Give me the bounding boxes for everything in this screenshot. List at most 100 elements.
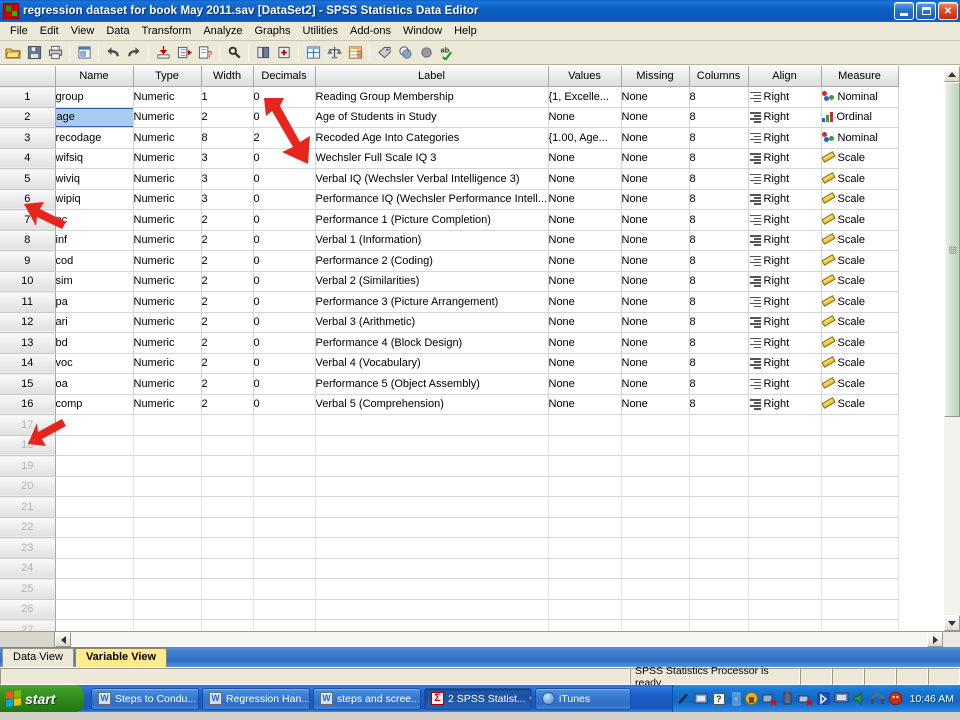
value-labels-icon[interactable] xyxy=(374,43,394,63)
cell-values[interactable]: None xyxy=(548,394,621,415)
security-icon[interactable] xyxy=(744,691,759,706)
menu-analyze[interactable]: Analyze xyxy=(197,23,248,39)
row-number[interactable]: 18 xyxy=(0,435,55,456)
cell-empty[interactable] xyxy=(821,476,898,497)
cell-empty[interactable] xyxy=(133,456,201,477)
table-row[interactable]: 5wiviqNumeric30Verbal IQ (Wechsler Verba… xyxy=(0,169,898,190)
cell-empty[interactable] xyxy=(201,435,253,456)
cell-empty[interactable] xyxy=(55,456,133,477)
horizontal-scrollbar[interactable] xyxy=(0,631,960,647)
cell-empty[interactable] xyxy=(548,517,621,538)
table-row[interactable]: 8infNumeric20Verbal 1 (Information)NoneN… xyxy=(0,230,898,251)
cell-name[interactable]: sim xyxy=(55,271,133,292)
cell-type[interactable]: Numeric xyxy=(133,230,201,251)
cell-empty[interactable] xyxy=(55,558,133,579)
cell-name[interactable]: group xyxy=(55,87,133,108)
select-cases-icon[interactable] xyxy=(345,43,365,63)
pen-icon[interactable] xyxy=(677,692,690,706)
cell-empty[interactable] xyxy=(201,579,253,600)
cell-empty[interactable] xyxy=(689,620,748,632)
cell-values[interactable]: None xyxy=(548,353,621,374)
save-icon[interactable] xyxy=(24,43,44,63)
cell-empty[interactable] xyxy=(621,558,689,579)
cell-columns[interactable]: 8 xyxy=(689,148,748,169)
cell-empty[interactable] xyxy=(315,620,548,632)
variables-info-icon[interactable]: ? xyxy=(195,43,215,63)
table-row[interactable]: 12ariNumeric20Verbal 3 (Arithmetic)NoneN… xyxy=(0,312,898,333)
cell-decimals[interactable]: 0 xyxy=(253,333,315,354)
row-number[interactable]: 2 xyxy=(0,107,55,128)
cell-empty[interactable] xyxy=(689,456,748,477)
cell-width[interactable]: 2 xyxy=(201,394,253,415)
cell-empty[interactable] xyxy=(748,599,821,620)
cell-decimals[interactable]: 0 xyxy=(253,394,315,415)
cell-type[interactable]: Numeric xyxy=(133,333,201,354)
cell-values[interactable]: None xyxy=(548,148,621,169)
maximize-button[interactable] xyxy=(916,2,936,20)
cell-missing[interactable]: None xyxy=(621,394,689,415)
table-row-empty[interactable]: 24 xyxy=(0,558,898,579)
row-number[interactable]: 17 xyxy=(0,415,55,436)
cell-empty[interactable] xyxy=(689,599,748,620)
cell-align[interactable]: Right xyxy=(748,251,821,272)
table-row-empty[interactable]: 27 xyxy=(0,620,898,632)
cell-width[interactable]: 2 xyxy=(201,353,253,374)
usb-icon[interactable] xyxy=(780,691,795,706)
cell-empty[interactable] xyxy=(315,476,548,497)
cell-empty[interactable] xyxy=(821,579,898,600)
table-row[interactable]: 3recodageNumeric82Recoded Age Into Categ… xyxy=(0,128,898,149)
menu-utilities[interactable]: Utilities xyxy=(297,23,344,39)
cell-decimals[interactable]: 0 xyxy=(253,210,315,231)
cell-align[interactable]: Right xyxy=(748,394,821,415)
cell-label[interactable]: Verbal IQ (Wechsler Verbal Intelligence … xyxy=(315,169,548,190)
cell-empty[interactable] xyxy=(55,415,133,436)
cell-missing[interactable]: None xyxy=(621,87,689,108)
cell-empty[interactable] xyxy=(253,517,315,538)
recall-dialogs-icon[interactable] xyxy=(74,43,94,63)
cell-empty[interactable] xyxy=(689,435,748,456)
table-row[interactable]: 1groupNumeric10Reading Group Membership{… xyxy=(0,87,898,108)
cell-type[interactable]: Numeric xyxy=(133,107,201,128)
cell-empty[interactable] xyxy=(548,579,621,600)
cell-label[interactable]: Wechsler Full Scale IQ 3 xyxy=(315,148,548,169)
cell-columns[interactable]: 8 xyxy=(689,312,748,333)
menu-add-ons[interactable]: Add-ons xyxy=(344,23,397,39)
taskbar-item-regression-handout[interactable]: Regression Han... xyxy=(202,688,310,710)
cell-type[interactable]: Numeric xyxy=(133,169,201,190)
volume-icon[interactable] xyxy=(852,691,867,706)
cell-width[interactable]: 3 xyxy=(201,169,253,190)
cell-columns[interactable]: 8 xyxy=(689,374,748,395)
cell-align[interactable]: Right xyxy=(748,107,821,128)
chevron-down-icon[interactable]: ▾ xyxy=(530,694,532,703)
cell-type[interactable]: Numeric xyxy=(133,312,201,333)
row-number[interactable]: 13 xyxy=(0,333,55,354)
split-file-icon[interactable] xyxy=(303,43,323,63)
table-row-empty[interactable]: 23 xyxy=(0,538,898,559)
cell-empty[interactable] xyxy=(315,456,548,477)
insert-variable-icon[interactable] xyxy=(274,43,294,63)
menu-window[interactable]: Window xyxy=(397,23,448,39)
cell-type[interactable]: Numeric xyxy=(133,271,201,292)
column-header-values[interactable]: Values xyxy=(548,66,621,87)
cell-empty[interactable] xyxy=(689,497,748,518)
cell-align[interactable]: Right xyxy=(748,312,821,333)
cell-empty[interactable] xyxy=(689,558,748,579)
cell-align[interactable]: Right xyxy=(748,169,821,190)
cell-empty[interactable] xyxy=(315,435,548,456)
cell-name[interactable]: age xyxy=(55,107,133,128)
cell-empty[interactable] xyxy=(55,579,133,600)
row-number[interactable]: 1 xyxy=(0,87,55,108)
cell-missing[interactable]: None xyxy=(621,210,689,231)
cell-measure[interactable]: Scale xyxy=(821,210,898,231)
cell-empty[interactable] xyxy=(315,517,548,538)
cell-missing[interactable]: None xyxy=(621,169,689,190)
cell-name[interactable]: inf xyxy=(55,230,133,251)
row-number[interactable]: 24 xyxy=(0,558,55,579)
scroll-up-button[interactable] xyxy=(944,66,960,82)
menu-graphs[interactable]: Graphs xyxy=(248,23,296,39)
cell-name[interactable]: wipiq xyxy=(55,189,133,210)
row-number[interactable]: 6 xyxy=(0,189,55,210)
table-row-empty[interactable]: 17 xyxy=(0,415,898,436)
cell-type[interactable]: Numeric xyxy=(133,353,201,374)
cell-empty[interactable] xyxy=(548,476,621,497)
